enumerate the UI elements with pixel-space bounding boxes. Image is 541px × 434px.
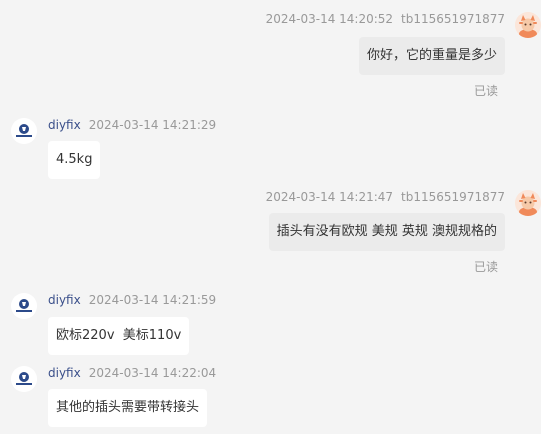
message-time: 2024-03-14 14:21:47 (265, 190, 394, 204)
customer-id: tb115651971877 (401, 12, 505, 26)
message-time: 2024-03-14 14:20:52 (265, 12, 394, 26)
message-bubble: 插头有没有欧规 美规 英规 澳规规格的 (268, 213, 505, 251)
message-meta: diyfix 2024-03-14 14:21:59 (48, 293, 216, 307)
read-status: 已读 (473, 260, 498, 274)
message-bubble: 你好，它的重量是多少 (358, 37, 505, 75)
shop-logo-icon (11, 366, 37, 392)
shop-logo-icon (11, 293, 37, 319)
cat-avatar-icon (515, 12, 541, 38)
customer-id: tb115651971877 (401, 190, 505, 204)
message-time: 2024-03-14 14:21:59 (88, 293, 217, 307)
message-time: 2024-03-14 14:21:29 (88, 118, 217, 132)
cat-avatar-icon (515, 190, 541, 216)
message-meta: 2024-03-14 14:20:52 tb115651971877 (266, 12, 505, 26)
message-bubble: 4.5kg (48, 141, 101, 179)
sender-name[interactable]: diyfix (48, 118, 81, 132)
message-time: 2024-03-14 14:22:04 (88, 366, 217, 380)
message-bubble: 其他的插头需要带转接头 (48, 389, 208, 427)
message-bubble: 欧标220v 美标110v (48, 317, 190, 355)
message-meta: diyfix 2024-03-14 14:21:29 (48, 118, 216, 132)
sender-name[interactable]: diyfix (48, 366, 81, 380)
shop-logo-icon (11, 118, 37, 144)
message-meta: diyfix 2024-03-14 14:22:04 (48, 366, 216, 380)
read-status: 已读 (473, 84, 498, 98)
message-meta: 2024-03-14 14:21:47 tb115651971877 (266, 190, 505, 204)
sender-name[interactable]: diyfix (48, 293, 81, 307)
